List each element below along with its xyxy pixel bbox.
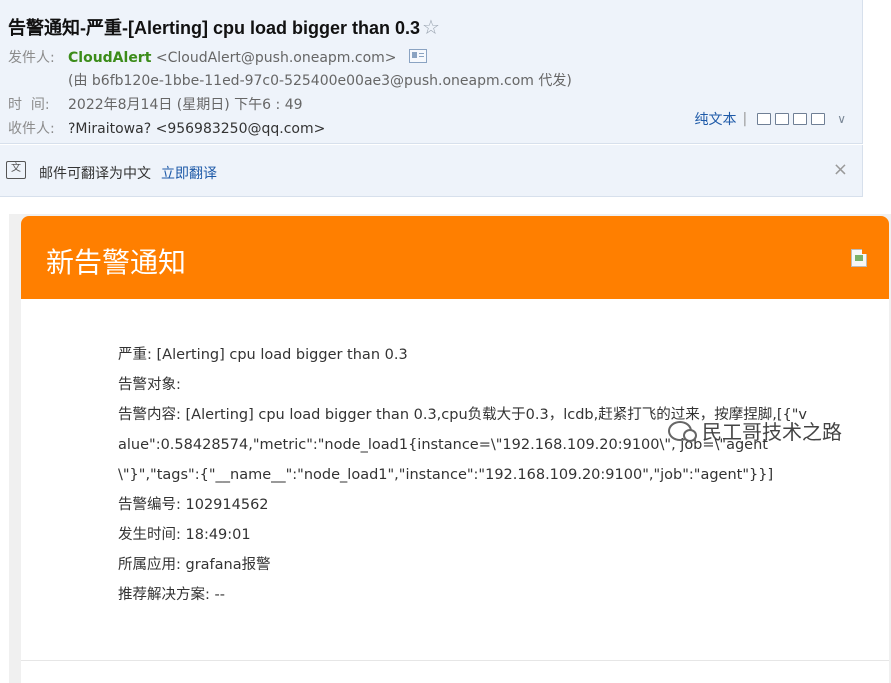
- time-label: 时 间:: [8, 97, 50, 113]
- sender-name[interactable]: CloudAlert: [68, 50, 151, 66]
- mail-body: 新告警通知 严重: [Alerting] cpu load bigger tha…: [9, 214, 891, 683]
- translate-icon: 文: [6, 161, 26, 179]
- watermark-text: 民工哥技术之路: [702, 420, 842, 444]
- alert-banner: 新告警通知: [21, 216, 889, 299]
- on-behalf-row: (由 b6fb120e-1bbe-11ed-97c0-525400e00ae3@…: [68, 70, 572, 90]
- solution-line: 推荐解决方案: --: [118, 587, 225, 603]
- target-line: 告警对象:: [118, 377, 181, 393]
- mail-subject: 告警通知-严重-[Alerting] cpu load bigger than …: [8, 14, 440, 40]
- plain-text-button[interactable]: 纯文本: [694, 109, 736, 129]
- time-row: 时 间: 2022年8月14日 (星期日) 下午6 : 49: [8, 94, 303, 114]
- alert-panel: 新告警通知 严重: [Alerting] cpu load bigger tha…: [21, 216, 889, 683]
- translate-bar: 文 邮件可翻译为中文 立即翻译 ×: [0, 145, 863, 197]
- star-icon[interactable]: ☆: [422, 17, 440, 39]
- mail-toolbar: 纯文本 | ∨: [694, 109, 846, 129]
- sender-address[interactable]: <CloudAlert@push.oneapm.com>: [156, 50, 397, 66]
- contact-card-icon[interactable]: [408, 49, 427, 63]
- print-icon[interactable]: [811, 113, 826, 125]
- severity-line: 严重: [Alerting] cpu load bigger than 0.3: [118, 347, 408, 363]
- to-row: 收件人: ?Miraitowa? <956983250@qq.com>: [8, 118, 325, 138]
- banner-title: 新告警通知: [46, 246, 187, 279]
- toolbar-separator: |: [742, 111, 748, 127]
- subject-text: 告警通知-严重-[Alerting] cpu load bigger than …: [8, 18, 421, 38]
- to-label: 收件人:: [8, 121, 55, 137]
- translate-text-row: 邮件可翻译为中文 立即翻译: [39, 163, 217, 183]
- footer-divider: [21, 660, 889, 661]
- content-line: 告警内容: [Alerting] cpu load bigger than 0.…: [118, 407, 807, 483]
- wechat-icon: [668, 420, 697, 442]
- download-icon[interactable]: [793, 113, 808, 125]
- chevron-down-icon[interactable]: ∨: [837, 112, 846, 126]
- mail-header: 告警通知-严重-[Alerting] cpu load bigger than …: [0, 0, 863, 144]
- watermark: 民工哥技术之路: [668, 416, 842, 445]
- translate-hint: 邮件可翻译为中文: [39, 166, 151, 182]
- from-row: 发件人: CloudAlert <CloudAlert@push.oneapm.c…: [8, 47, 427, 67]
- alert-content: 严重: [Alerting] cpu load bigger than 0.3 …: [118, 340, 808, 610]
- close-icon[interactable]: ×: [833, 159, 848, 180]
- translate-now-link[interactable]: 立即翻译: [161, 166, 217, 182]
- time-value: 2022年8月14日 (星期日) 下午6 : 49: [68, 97, 303, 113]
- broken-image-icon: [851, 249, 867, 267]
- app-line: 所属应用: grafana报警: [118, 557, 271, 573]
- view-source-icon[interactable]: [775, 113, 790, 125]
- alert-id-line: 告警编号: 102914562: [118, 497, 269, 513]
- on-behalf-text: (由 b6fb120e-1bbe-11ed-97c0-525400e00ae3@…: [68, 73, 572, 89]
- recipient[interactable]: ?Miraitowa? <956983250@qq.com>: [68, 121, 325, 137]
- new-window-icon[interactable]: [757, 113, 772, 125]
- occur-time-line: 发生时间: 18:49:01: [118, 527, 251, 543]
- from-label: 发件人:: [8, 50, 55, 66]
